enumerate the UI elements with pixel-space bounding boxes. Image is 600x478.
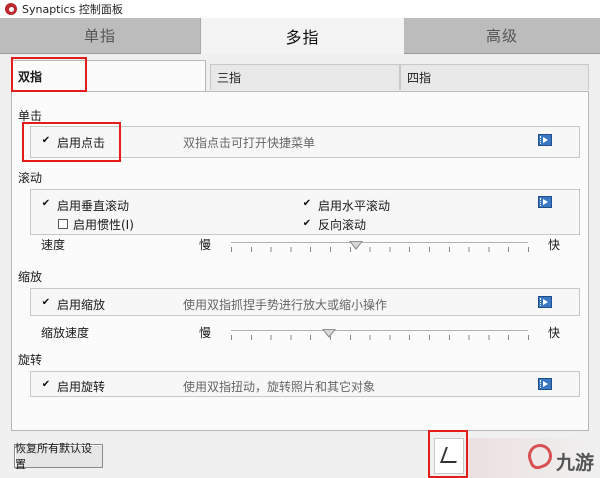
help-corner-button[interactable] — [434, 438, 464, 474]
zoom-speed-label: 缩放速度 — [41, 326, 90, 340]
enable-zoom-checkbox[interactable]: ✔ — [41, 298, 51, 308]
tab-advanced[interactable]: 高级 — [404, 18, 600, 54]
title-bar: Synaptics 控制面板 — [0, 0, 600, 18]
scroll-speed-slow-label: 慢 — [199, 238, 212, 252]
corner-glyph-icon — [440, 447, 462, 463]
enable-rotate-label[interactable]: 启用旋转 — [57, 378, 105, 395]
restore-defaults-button[interactable]: 恢复所有默认设置 — [14, 442, 103, 471]
section-title-tap: 单击 — [18, 109, 43, 123]
horizontal-scroll-checkbox[interactable]: ✔ — [302, 199, 312, 209]
watermark: 九游 — [468, 438, 600, 478]
sub-tab-strip: 双指 三指 四指 — [11, 60, 589, 92]
scroll-speed-slider-thumb[interactable] — [348, 241, 363, 250]
zoom-video-demo-icon[interactable] — [538, 296, 552, 308]
scroll-speed-label: 速度 — [41, 238, 66, 252]
window-title: Synaptics 控制面板 — [22, 3, 123, 16]
enable-rotate-description: 使用双指扭动，旋转照片和其它对象 — [183, 380, 376, 394]
tab-single-finger[interactable]: 单指 — [0, 18, 201, 54]
tab-multi-finger[interactable]: 多指 — [201, 18, 404, 54]
inertia-checkbox[interactable] — [58, 219, 68, 229]
synaptics-app-icon — [5, 3, 17, 15]
watermark-logo-icon — [524, 440, 556, 472]
scroll-speed-slider-track[interactable] — [231, 242, 528, 244]
reverse-scroll-label[interactable]: 反向滚动 — [318, 216, 366, 233]
enable-zoom-label[interactable]: 启用缩放 — [57, 296, 105, 313]
zoom-speed-slow-label: 慢 — [199, 326, 212, 340]
zoom-speed-slider-ticks — [231, 335, 529, 340]
enable-zoom-description: 使用双指抓捏手势进行放大或缩小操作 — [183, 298, 388, 312]
reverse-scroll-checkbox[interactable]: ✔ — [302, 219, 312, 229]
tab-three-finger[interactable]: 三指 — [210, 64, 400, 90]
zoom-speed-fast-label: 快 — [548, 326, 561, 340]
scroll-video-demo-icon[interactable] — [538, 196, 552, 208]
vertical-scroll-checkbox[interactable]: ✔ — [41, 199, 51, 209]
section-title-rotate: 旋转 — [18, 353, 43, 367]
inertia-label[interactable]: 启用惯性(I) — [73, 216, 134, 233]
tab-four-finger[interactable]: 四指 — [400, 64, 589, 90]
zoom-speed-slider-thumb[interactable] — [322, 329, 336, 338]
tab-two-finger[interactable]: 双指 — [11, 60, 206, 92]
watermark-text: 九游 — [556, 452, 595, 474]
zoom-speed-slider-track[interactable] — [231, 330, 528, 332]
scroll-speed-fast-label: 快 — [548, 238, 561, 252]
top-tab-strip: 单指 多指 高级 — [0, 18, 600, 54]
enable-tap-checkbox[interactable]: ✔ — [41, 136, 51, 146]
enable-tap-description: 双指点击可打开快捷菜单 — [183, 136, 316, 150]
horizontal-scroll-label[interactable]: 启用水平滚动 — [318, 197, 390, 214]
section-title-scroll: 滚动 — [18, 171, 43, 185]
vertical-scroll-label[interactable]: 启用垂直滚动 — [57, 197, 129, 214]
enable-tap-label[interactable]: 启用点击 — [57, 134, 105, 151]
enable-rotate-checkbox[interactable]: ✔ — [41, 380, 51, 390]
scroll-speed-slider-ticks — [231, 247, 529, 252]
tap-video-demo-icon[interactable] — [538, 134, 552, 146]
rotate-video-demo-icon[interactable] — [538, 378, 552, 390]
section-title-zoom: 缩放 — [18, 270, 43, 284]
